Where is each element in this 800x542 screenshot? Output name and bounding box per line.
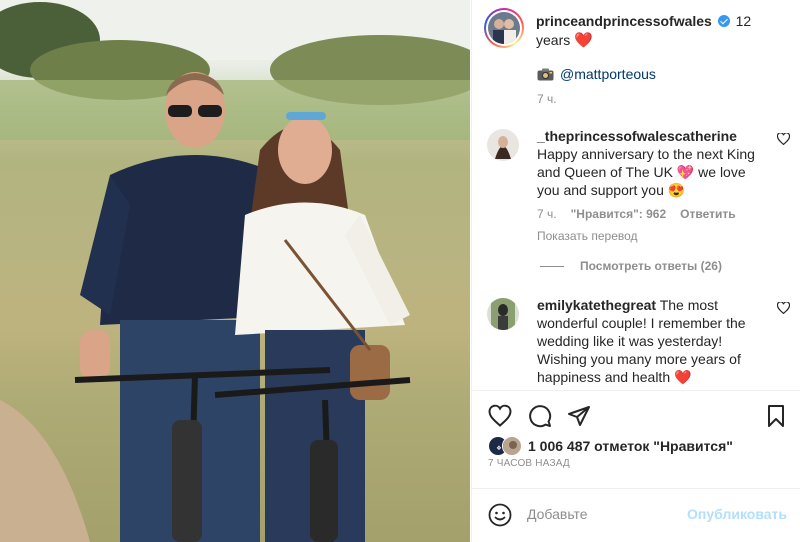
comment-likes-count[interactable]: "Нравится": 962 <box>571 205 667 223</box>
likes-count[interactable]: 1 006 487 отметок "Нравится" <box>528 438 733 454</box>
red-heart-emoji-icon: ❤️ <box>574 32 593 49</box>
paper-plane-icon[interactable] <box>567 404 591 428</box>
comment-input[interactable] <box>527 506 687 522</box>
post-details-panel: princeandprincessofwales 12 years ❤️ @ma… <box>471 0 800 542</box>
caption-text-block: princeandprincessofwales 12 years ❤️ <box>536 8 789 50</box>
post-actions-bar <box>472 390 800 440</box>
story-ring[interactable] <box>484 8 524 48</box>
replies-divider <box>540 265 564 267</box>
comment-item: _theprincessofwalescatherine Happy anniv… <box>487 127 790 245</box>
view-replies-button[interactable]: Посмотреть ответы (26) <box>540 259 722 273</box>
comment-bubble-icon[interactable] <box>528 404 552 428</box>
likes-summary[interactable]: ❖ 1 006 487 отметок "Нравится" <box>488 436 733 456</box>
commenter-username[interactable]: _theprincessofwalescatherine <box>537 128 737 144</box>
post-caption: princeandprincessofwales 12 years ❤️ <box>484 8 789 50</box>
commenter-avatar[interactable] <box>487 298 519 330</box>
comment-body: _theprincessofwalescatherine Happy anniv… <box>537 127 772 245</box>
add-comment-section: Опубликовать <box>472 488 800 542</box>
camera-icon <box>537 68 554 80</box>
publish-button[interactable]: Опубликовать <box>687 506 787 522</box>
credit-mention-link[interactable]: @mattporteous <box>560 66 656 82</box>
show-translation-link[interactable]: Показать перевод <box>537 227 772 245</box>
heart-icon[interactable] <box>488 404 512 428</box>
comment-heart-icon[interactable] <box>777 302 790 314</box>
couple-on-bicycles-image <box>0 0 470 542</box>
post-timestamp: 7 ЧАСОВ НАЗАД <box>488 458 570 469</box>
author-avatar[interactable] <box>488 12 520 44</box>
commenter-username[interactable]: emilykatethegreat <box>537 297 656 313</box>
view-replies-label: Посмотреть ответы (26) <box>580 259 722 273</box>
post-photo[interactable] <box>0 0 470 542</box>
comment-time: 7 ч. <box>537 207 557 221</box>
verified-badge-icon <box>717 15 730 27</box>
commenter-avatar[interactable] <box>487 129 519 161</box>
caption-timestamp: 7 ч. <box>537 92 557 106</box>
reply-button[interactable]: Ответить <box>680 205 735 223</box>
smiley-icon[interactable] <box>488 503 512 527</box>
author-username[interactable]: princeandprincessofwales <box>536 13 712 29</box>
liker-avatar <box>502 436 522 456</box>
svg-text:❖: ❖ <box>496 446 501 452</box>
comment-body: emilykatethegreat The most wonderful cou… <box>537 296 772 386</box>
photo-credit: @mattporteous <box>537 66 656 82</box>
comment-meta: 7 ч. "Нравится": 962 Ответить <box>537 205 772 223</box>
comment-text: Happy anniversary to the next King and Q… <box>537 146 755 198</box>
comment-item: emilykatethegreat The most wonderful cou… <box>487 296 790 386</box>
comment-heart-icon[interactable] <box>777 133 790 145</box>
bookmark-icon[interactable] <box>764 404 788 428</box>
